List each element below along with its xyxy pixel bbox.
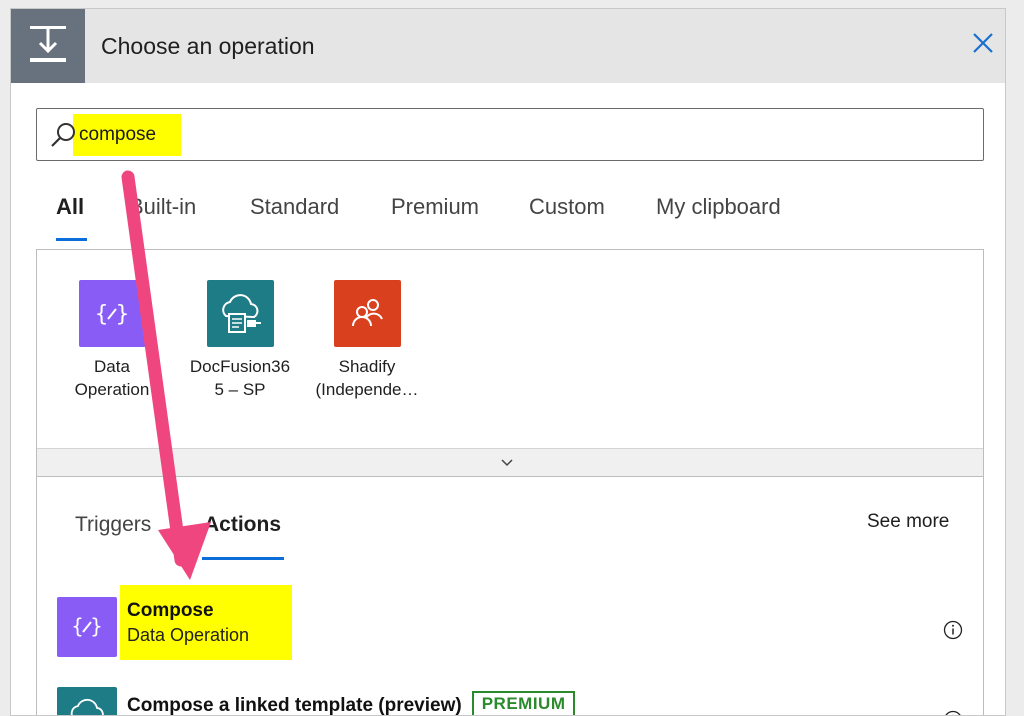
action-subtitle: Data Operation (127, 625, 250, 645)
row-highlight (120, 585, 292, 660)
data-operation-icon: { } (78, 280, 146, 347)
connector-label-line2: Operation (74, 380, 150, 399)
connector-label-line1: DocFusion36 (189, 357, 291, 376)
action-title: Compose a linked template (preview) PREMI… (127, 691, 576, 716)
connector-label-line1: Data (94, 357, 130, 376)
search-input[interactable] (79, 119, 679, 151)
tab-all[interactable]: All (56, 194, 84, 220)
docfusion-cloud-icon (206, 280, 274, 347)
panel-title: Choose an operation (101, 33, 315, 59)
tab-standard[interactable]: Standard (250, 194, 339, 220)
connector-docfusion[interactable]: DocFusion36 5 – SP (175, 280, 305, 401)
results-panel: Triggers Actions See more { } Compose Da… (36, 477, 984, 716)
data-operation-icon: { } (57, 597, 117, 657)
tab-built-in[interactable]: Built-in (129, 194, 196, 220)
close-icon[interactable] (969, 29, 997, 57)
docfusion-cloud-icon (57, 687, 117, 715)
tab-triggers[interactable]: Triggers (75, 513, 151, 537)
tab-premium[interactable]: Premium (391, 194, 479, 220)
connector-data-operation[interactable]: { } Data Operation (47, 280, 177, 401)
connector-shadify[interactable]: Shadify (Independe… (302, 280, 432, 401)
info-icon[interactable] (943, 620, 963, 640)
action-row-compose-linked-template[interactable]: Compose a linked template (preview) PREMI… (37, 675, 983, 716)
connector-label-line2: 5 – SP (214, 380, 266, 399)
search-icon (51, 123, 75, 147)
connector-label-line1: Shadify (338, 357, 396, 376)
choose-operation-panel: Choose an operation All Built-in Standar… (10, 8, 1006, 716)
operation-icon (11, 9, 85, 83)
expand-connectors-bar[interactable] (37, 448, 983, 476)
premium-badge: PREMIUM (471, 691, 576, 715)
action-row-compose[interactable]: { } Compose Data Operation (37, 585, 983, 660)
action-title: Compose (127, 600, 214, 621)
chevron-down-icon (501, 459, 513, 467)
shadify-people-icon (333, 280, 401, 347)
tab-my-clipboard[interactable]: My clipboard (656, 194, 781, 220)
connectors-grid: { } Data Operation DocFusion36 5 – SP Sh… (36, 249, 984, 477)
active-results-tab-indicator (202, 557, 284, 560)
action-title-text: Compose a linked template (preview) (127, 695, 462, 716)
active-tab-indicator (56, 238, 87, 241)
search-box (36, 108, 984, 161)
see-more-link[interactable]: See more (867, 511, 949, 533)
tab-actions[interactable]: Actions (204, 513, 281, 537)
panel-header: Choose an operation (11, 9, 1005, 83)
tab-custom[interactable]: Custom (529, 194, 605, 220)
info-icon[interactable] (943, 710, 963, 716)
connector-label-line2: (Independe… (315, 380, 419, 399)
